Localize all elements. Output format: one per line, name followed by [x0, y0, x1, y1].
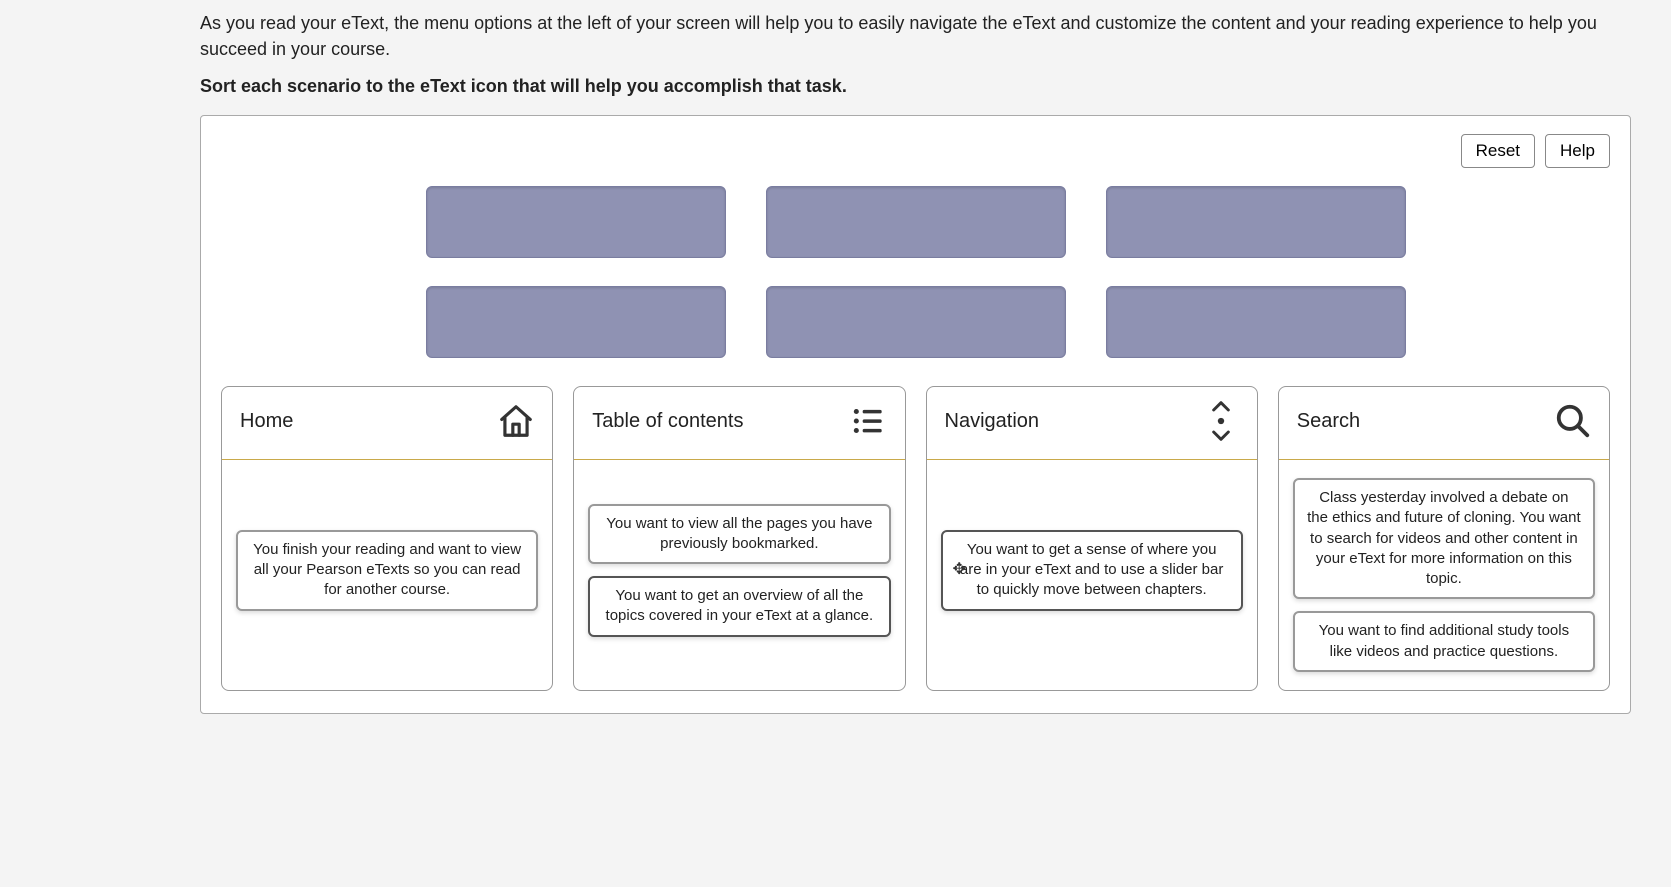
category-home[interactable]: Home You finish your reading and want to…	[221, 386, 553, 691]
category-search[interactable]: Search Class yesterday involved a debate…	[1278, 386, 1610, 691]
empty-source-slot[interactable]	[426, 186, 726, 258]
category-title: Search	[1297, 410, 1360, 433]
empty-source-slot[interactable]	[426, 286, 726, 358]
category-header-nav: Navigation	[927, 387, 1257, 460]
scenario-card[interactable]: Class yesterday involved a debate on the…	[1293, 478, 1595, 599]
empty-source-slot[interactable]	[766, 186, 1066, 258]
category-toc[interactable]: Table of contents You want to view all t…	[573, 386, 905, 691]
scenario-text: You want to get a sense of where you are…	[960, 541, 1223, 599]
source-row-1	[426, 186, 1406, 258]
categories-row: Home You finish your reading and want to…	[221, 386, 1610, 691]
home-icon	[496, 401, 536, 441]
category-body-home[interactable]: You finish your reading and want to view…	[222, 460, 552, 680]
intro-text: As you read your eText, the menu options…	[200, 10, 1631, 62]
search-icon	[1553, 401, 1593, 441]
empty-source-slot[interactable]	[1106, 286, 1406, 358]
empty-source-slot[interactable]	[766, 286, 1066, 358]
move-icon: ✥	[953, 559, 966, 581]
category-header-toc: Table of contents	[574, 387, 904, 460]
scenario-card[interactable]: You finish your reading and want to view…	[236, 530, 538, 611]
scenario-card[interactable]: You want to find additional study tools …	[1293, 611, 1595, 672]
help-button[interactable]: Help	[1545, 134, 1610, 168]
reset-button[interactable]: Reset	[1461, 134, 1535, 168]
prompt-text: Sort each scenario to the eText icon tha…	[200, 76, 1631, 97]
navigation-icon	[1201, 401, 1241, 441]
category-header-home: Home	[222, 387, 552, 460]
category-body-toc[interactable]: You want to view all the pages you have …	[574, 460, 904, 680]
category-header-search: Search	[1279, 387, 1609, 460]
scenario-card[interactable]: ✥ You want to get a sense of where you a…	[941, 530, 1243, 611]
activity-toolbar: Reset Help	[221, 134, 1610, 168]
category-body-nav[interactable]: ✥ You want to get a sense of where you a…	[927, 460, 1257, 680]
source-area	[221, 186, 1610, 358]
category-title: Navigation	[945, 410, 1040, 433]
empty-source-slot[interactable]	[1106, 186, 1406, 258]
scenario-card[interactable]: You want to view all the pages you have …	[588, 504, 890, 565]
category-navigation[interactable]: Navigation ✥ You want to get a sense of …	[926, 386, 1258, 691]
category-title: Table of contents	[592, 410, 743, 433]
sort-activity: Reset Help Home	[200, 115, 1631, 714]
scenario-card[interactable]: You want to get an overview of all the t…	[588, 576, 890, 637]
category-title: Home	[240, 410, 293, 433]
category-body-search[interactable]: Class yesterday involved a debate on the…	[1279, 460, 1609, 690]
list-icon	[849, 401, 889, 441]
source-row-2	[426, 286, 1406, 358]
